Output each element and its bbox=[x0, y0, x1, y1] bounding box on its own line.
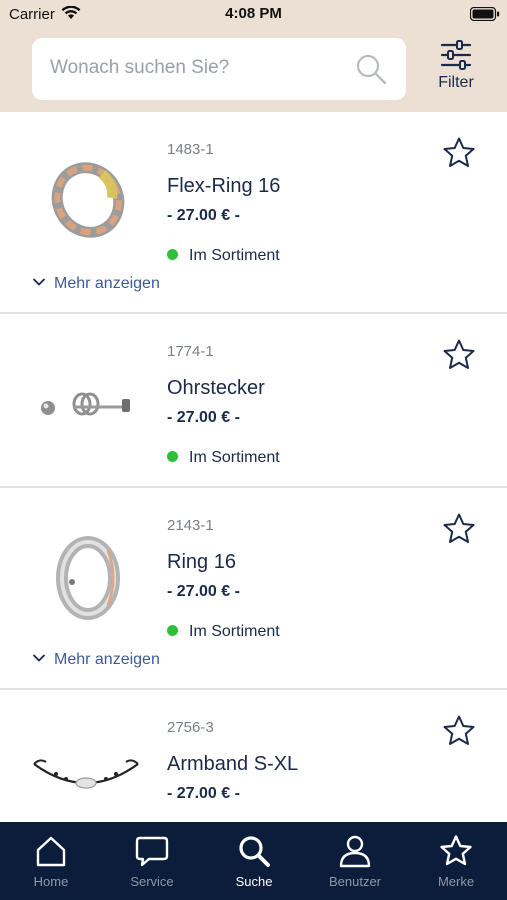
product-price: - 27.00 € - bbox=[167, 207, 240, 224]
chevron-down-icon bbox=[32, 278, 46, 286]
show-more-label: Mehr anzeigen bbox=[54, 651, 160, 668]
availability-status: Im Sortiment bbox=[167, 623, 280, 641]
product-sku: 2143-1 bbox=[167, 517, 214, 534]
product-price: - 27.00 € - bbox=[167, 583, 240, 600]
show-more-link[interactable]: Mehr anzeigen bbox=[32, 275, 160, 293]
show-more-link[interactable]: Mehr anzeigen bbox=[32, 651, 160, 669]
favorite-star-icon[interactable] bbox=[442, 512, 476, 546]
search-icon[interactable] bbox=[354, 52, 388, 86]
product-sku: 2756-3 bbox=[167, 719, 214, 736]
tab-label: Service bbox=[130, 874, 174, 889]
product-price: - 27.00 € - bbox=[167, 785, 240, 802]
show-more-label: Mehr anzeigen bbox=[54, 275, 160, 292]
sliders-icon bbox=[440, 40, 472, 70]
ear-stud-image bbox=[41, 392, 130, 416]
home-icon bbox=[36, 836, 66, 867]
bracelet-image bbox=[33, 759, 139, 789]
favorite-star-icon[interactable] bbox=[442, 714, 476, 748]
in-stock-dot bbox=[167, 625, 178, 636]
product-price: - 27.00 € - bbox=[167, 409, 240, 426]
favorite-star-icon[interactable] bbox=[442, 136, 476, 170]
favorite-star-icon[interactable] bbox=[442, 338, 476, 372]
availability-status: Im Sortiment bbox=[167, 449, 280, 467]
tab-label: Home bbox=[33, 874, 69, 889]
search-placeholder: Wonach suchen Sie? bbox=[50, 57, 230, 78]
search-icon bbox=[239, 836, 270, 867]
chat-icon bbox=[135, 836, 169, 867]
availability-label: Im Sortiment bbox=[189, 449, 280, 466]
star-icon bbox=[440, 835, 472, 866]
tab-suche[interactable]: Suche bbox=[214, 834, 294, 889]
product-sku: 1774-1 bbox=[167, 343, 214, 360]
ring-image bbox=[56, 536, 120, 620]
tab-bar: Home Service Suche Benutzer Merke bbox=[0, 822, 507, 900]
product-list[interactable]: 1483-1 Flex-Ring 16 - 27.00 € - Im Sorti… bbox=[0, 112, 507, 822]
product-card[interactable]: 2143-1 Ring 16 - 27.00 € - Im Sortiment … bbox=[0, 488, 507, 690]
tab-label: Benutzer bbox=[328, 874, 382, 889]
user-icon bbox=[339, 835, 371, 868]
header: Carrier 4:08 PM Wonach suchen Sie? Filte… bbox=[0, 0, 507, 112]
in-stock-dot bbox=[167, 249, 178, 260]
availability-label: Im Sortiment bbox=[189, 247, 280, 264]
product-card[interactable]: 2756-3 Armband S-XL - 27.00 € - bbox=[0, 690, 507, 822]
status-bar: Carrier 4:08 PM bbox=[0, 0, 507, 30]
product-name[interactable]: Ohrstecker bbox=[167, 377, 265, 400]
in-stock-dot bbox=[167, 451, 178, 462]
product-name[interactable]: Armband S-XL bbox=[167, 753, 298, 776]
product-name[interactable]: Flex-Ring 16 bbox=[167, 175, 280, 198]
search-input[interactable]: Wonach suchen Sie? bbox=[32, 38, 406, 100]
tab-merke[interactable]: Merke bbox=[416, 834, 496, 889]
filter-label: Filter bbox=[438, 74, 474, 91]
clock: 4:08 PM bbox=[225, 5, 282, 22]
product-name[interactable]: Ring 16 bbox=[167, 551, 236, 574]
tab-label: Merke bbox=[437, 874, 475, 889]
tab-home[interactable]: Home bbox=[11, 834, 91, 889]
flex-ring-image bbox=[51, 162, 125, 238]
tab-service[interactable]: Service bbox=[112, 834, 192, 889]
availability-status: Im Sortiment bbox=[167, 247, 280, 265]
tab-label: Suche bbox=[235, 874, 273, 889]
tab-benutzer[interactable]: Benutzer bbox=[315, 834, 395, 889]
product-card[interactable]: 1483-1 Flex-Ring 16 - 27.00 € - Im Sorti… bbox=[0, 112, 507, 314]
filter-button[interactable]: Filter bbox=[432, 40, 480, 98]
chevron-down-icon bbox=[32, 654, 46, 662]
product-sku: 1483-1 bbox=[167, 141, 214, 158]
product-card[interactable]: 1774-1 Ohrstecker - 27.00 € - Im Sortime… bbox=[0, 314, 507, 488]
availability-label: Im Sortiment bbox=[189, 623, 280, 640]
battery-icon bbox=[470, 7, 500, 21]
